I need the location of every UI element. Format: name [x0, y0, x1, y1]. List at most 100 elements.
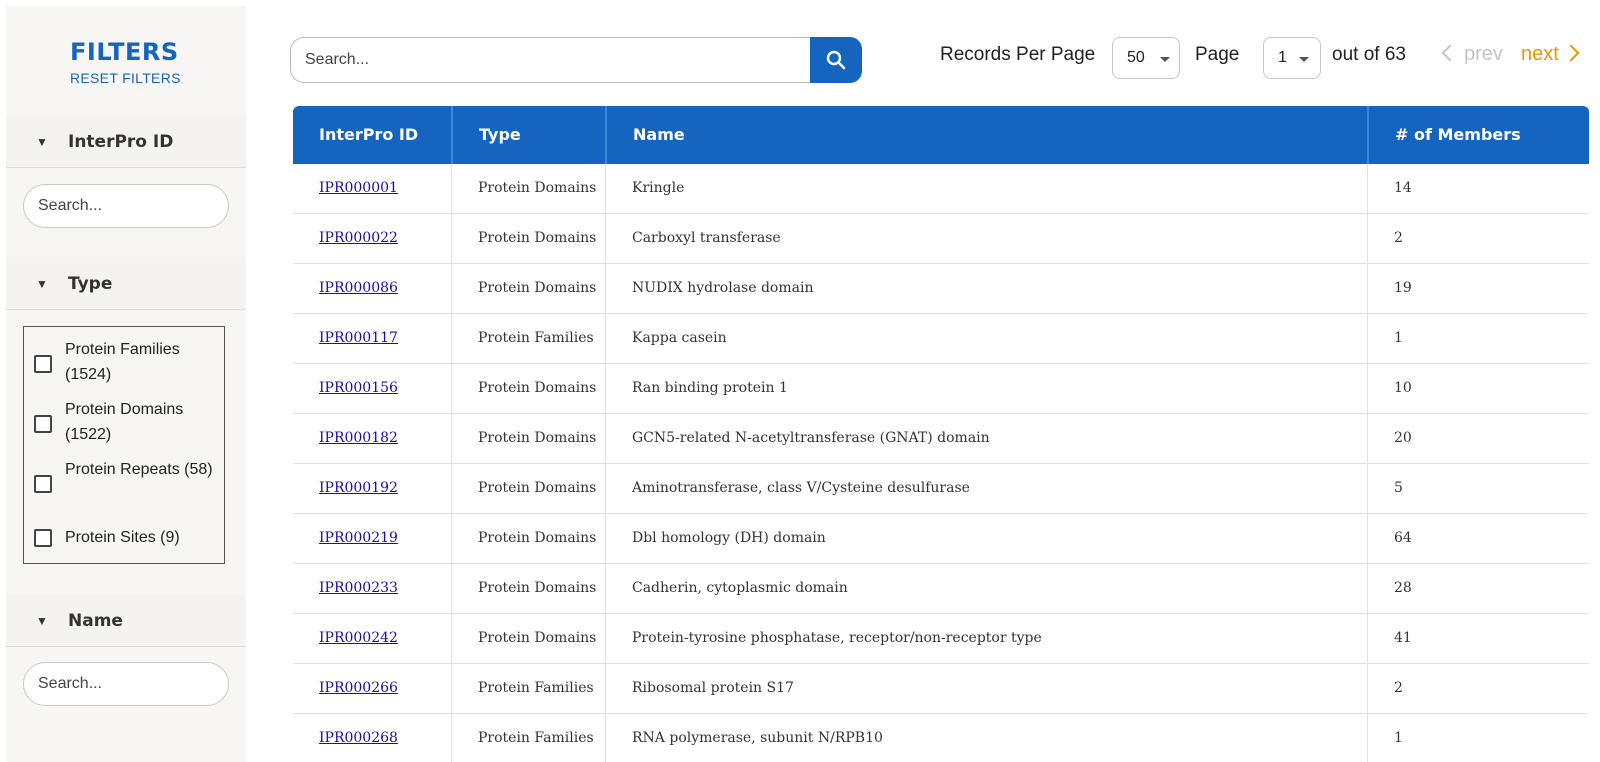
page-select[interactable]: 1	[1263, 37, 1321, 79]
cell-members: 28	[1367, 564, 1591, 613]
column-header-members[interactable]: # of Members	[1367, 106, 1591, 164]
table-row: IPR000268 Protein Families RNA polymerase,…	[293, 714, 1589, 762]
type-filter-label: Type	[68, 274, 113, 294]
cell-interpro-id: IPR000001	[293, 164, 451, 213]
filters-title: FILTERS	[70, 38, 179, 66]
interpro-id-link[interactable]: IPR000233	[319, 580, 398, 596]
cell-members: 19	[1367, 264, 1591, 313]
type-option-label: Protein Repeats (58)	[65, 461, 213, 478]
search-button[interactable]	[810, 37, 862, 83]
type-option-protein-repeats[interactable]: Protein Repeats (58)	[24, 457, 224, 509]
type-options-box: Protein Families (1524) Protein Domains …	[23, 326, 225, 564]
cell-interpro-id: IPR000266	[293, 664, 451, 713]
cell-type: Protein Domains	[451, 364, 605, 413]
cell-name: Kringle	[605, 164, 1367, 213]
records-per-page-select[interactable]: 50	[1112, 37, 1180, 79]
interpro-id-link[interactable]: IPR000001	[319, 180, 398, 196]
table-row: IPR000001 Protein Domains Kringle 14	[293, 164, 1589, 214]
table-row: IPR000266 Protein Families Ribosomal prote…	[293, 664, 1589, 714]
name-filter-label: Name	[68, 611, 123, 631]
type-option-protein-sites[interactable]: Protein Sites (9)	[24, 525, 224, 553]
type-filter-header[interactable]: ▼ Type	[6, 258, 246, 310]
cell-interpro-id: IPR000192	[293, 464, 451, 513]
cell-interpro-id: IPR000268	[293, 714, 451, 762]
column-header-type[interactable]: Type	[451, 106, 605, 164]
interpro-id-link[interactable]: IPR000117	[319, 330, 398, 346]
interpro-id-link[interactable]: IPR000219	[319, 530, 398, 546]
cell-interpro-id: IPR000022	[293, 214, 451, 263]
interpro-id-search-input[interactable]	[23, 184, 229, 228]
cell-members: 14	[1367, 164, 1591, 213]
cell-type: Protein Domains	[451, 514, 605, 563]
cell-members: 2	[1367, 664, 1591, 713]
cell-name: Protein-tyrosine phosphatase, receptor/n…	[605, 614, 1367, 663]
cell-interpro-id: IPR000117	[293, 314, 451, 363]
cell-interpro-id: IPR000086	[293, 264, 451, 313]
checkbox[interactable]	[34, 529, 52, 547]
main-search-input[interactable]	[290, 37, 812, 83]
cell-type: Protein Domains	[451, 564, 605, 613]
next-page-button[interactable]: next	[1521, 43, 1580, 66]
type-option-protein-families[interactable]: Protein Families (1524)	[24, 337, 224, 389]
interpro-id-link[interactable]: IPR000022	[319, 230, 398, 246]
interpro-id-link[interactable]: IPR000192	[319, 480, 398, 496]
page-count: out of 63	[1332, 44, 1406, 65]
cell-interpro-id: IPR000156	[293, 364, 451, 413]
cell-name: Dbl homology (DH) domain	[605, 514, 1367, 563]
interpro-id-link[interactable]: IPR000242	[319, 630, 398, 646]
interpro-id-link[interactable]: IPR000182	[319, 430, 398, 446]
table-row: IPR000156 Protein Domains Ran binding prot…	[293, 364, 1589, 414]
cell-name: GCN5-related N-acetyltransferase (GNAT) …	[605, 414, 1367, 463]
records-per-page-value: 50	[1127, 49, 1145, 66]
type-option-label: Protein Families (1524)	[65, 341, 180, 383]
page-value: 1	[1278, 49, 1287, 66]
table-row: IPR000233 Protein Domains Cadherin, cytopl…	[293, 564, 1589, 614]
cell-type: Protein Families	[451, 664, 605, 713]
type-option-protein-domains[interactable]: Protein Domains (1522)	[24, 397, 224, 449]
chevron-left-icon	[1441, 44, 1459, 62]
interpro-id-link[interactable]: IPR000266	[319, 680, 398, 696]
cell-type: Protein Domains	[451, 264, 605, 313]
interpro-id-filter-label: InterPro ID	[68, 132, 174, 152]
type-option-label: Protein Sites (9)	[65, 529, 180, 546]
cell-name: Aminotransferase, class V/Cysteine desul…	[605, 464, 1367, 513]
cell-type: Protein Domains	[451, 614, 605, 663]
type-option-label: Protein Domains (1522)	[65, 401, 184, 443]
next-label: next	[1521, 43, 1559, 65]
collapse-triangle-icon: ▼	[36, 277, 48, 291]
cell-name: Cadherin, cytoplasmic domain	[605, 564, 1367, 613]
cell-type: Protein Domains	[451, 164, 605, 213]
caret-down-icon	[1299, 57, 1309, 62]
collapse-triangle-icon: ▼	[36, 135, 48, 149]
checkbox[interactable]	[34, 355, 52, 373]
column-header-interpro-id[interactable]: InterPro ID	[293, 106, 451, 164]
name-filter-header[interactable]: ▼ Name	[6, 595, 246, 647]
checkbox[interactable]	[34, 475, 52, 493]
records-per-page-label: Records Per Page	[940, 44, 1096, 65]
cell-members: 1	[1367, 714, 1591, 762]
prev-label: prev	[1464, 43, 1503, 65]
table-row: IPR000192 Protein Domains Aminotransferase…	[293, 464, 1589, 514]
interpro-id-filter-header[interactable]: ▼ InterPro ID	[6, 116, 246, 168]
cell-members: 5	[1367, 464, 1591, 513]
cell-name: Carboxyl transferase	[605, 214, 1367, 263]
caret-down-icon	[1160, 57, 1170, 62]
interpro-table: InterPro ID Type Name # of Members IPR00…	[293, 106, 1589, 762]
column-header-name[interactable]: Name	[605, 106, 1367, 164]
cell-type: Protein Families	[451, 314, 605, 363]
reset-filters-link[interactable]: RESET FILTERS	[70, 70, 181, 86]
cell-name: Kappa casein	[605, 314, 1367, 363]
checkbox[interactable]	[34, 415, 52, 433]
cell-type: Protein Domains	[451, 464, 605, 513]
interpro-id-link[interactable]: IPR000156	[319, 380, 398, 396]
interpro-id-link[interactable]: IPR000268	[319, 730, 398, 746]
cell-interpro-id: IPR000182	[293, 414, 451, 463]
table-header: InterPro ID Type Name # of Members	[293, 106, 1589, 164]
prev-page-button[interactable]: prev	[1440, 43, 1503, 66]
table-row: IPR000086 Protein Domains NUDIX hydrolase …	[293, 264, 1589, 314]
cell-members: 41	[1367, 614, 1591, 663]
name-search-input[interactable]	[23, 662, 229, 706]
interpro-id-link[interactable]: IPR000086	[319, 280, 398, 296]
cell-name: Ran binding protein 1	[605, 364, 1367, 413]
search-icon	[826, 50, 846, 70]
